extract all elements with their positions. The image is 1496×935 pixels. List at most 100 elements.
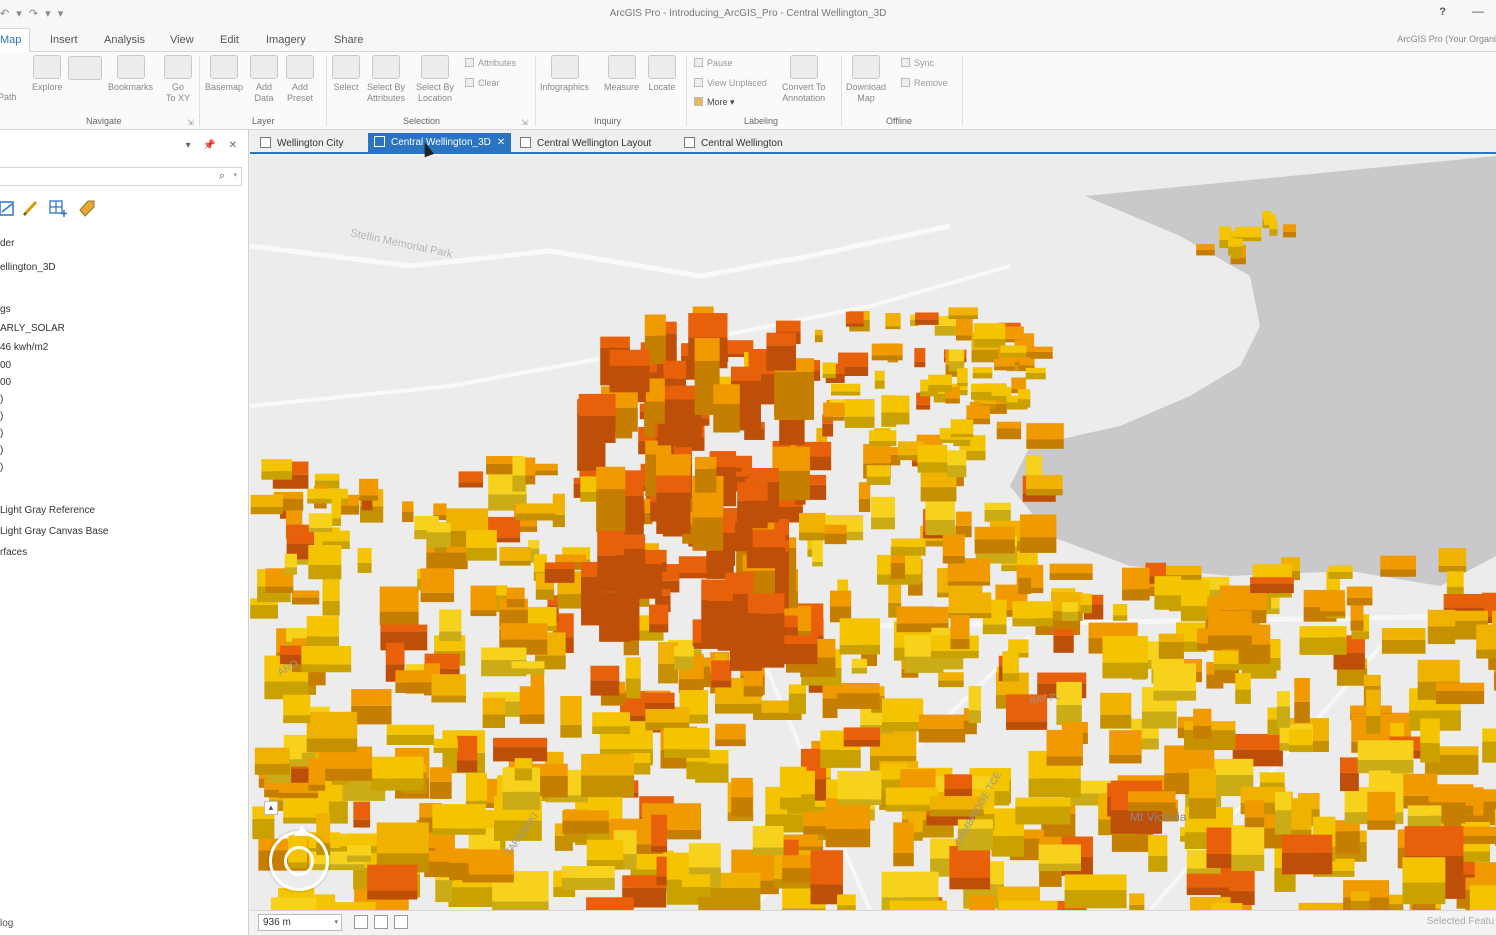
building[interactable] [1259, 772, 1285, 783]
building[interactable] [1235, 673, 1251, 690]
table-icon[interactable] [394, 915, 408, 929]
building[interactable] [1438, 548, 1467, 566]
building[interactable] [519, 686, 545, 715]
building[interactable] [1350, 603, 1364, 621]
building[interactable] [1443, 594, 1484, 608]
building[interactable] [493, 737, 548, 748]
building[interactable] [888, 583, 902, 603]
scene-view[interactable]: Stellin Memorial Park ARO CAMBRIDGE TCE … [250, 156, 1496, 910]
building[interactable] [1038, 844, 1081, 864]
building[interactable] [814, 329, 823, 336]
building[interactable] [1153, 663, 1197, 691]
building[interactable] [371, 756, 424, 779]
tab-map[interactable]: Map [0, 28, 31, 53]
download-map-button[interactable]: Download Map [846, 55, 886, 104]
building[interactable] [1274, 792, 1292, 811]
building[interactable] [1290, 798, 1312, 830]
tab-insert[interactable]: Insert [50, 34, 78, 46]
building[interactable] [998, 900, 1058, 910]
building[interactable] [1208, 610, 1252, 636]
building[interactable] [625, 657, 641, 679]
building[interactable] [380, 624, 428, 632]
scene-canvas[interactable]: Stellin Memorial Park ARO CAMBRIDGE TCE … [250, 156, 1496, 910]
building[interactable] [1250, 577, 1294, 584]
building[interactable] [351, 689, 392, 706]
building[interactable] [1056, 681, 1082, 706]
building[interactable] [955, 318, 973, 336]
scale-selector[interactable]: 936 m ▾ [258, 914, 342, 931]
building[interactable] [597, 530, 625, 556]
building[interactable] [329, 902, 376, 910]
building[interactable] [730, 366, 761, 381]
building[interactable] [367, 864, 418, 891]
building[interactable] [1109, 730, 1142, 755]
building[interactable] [562, 810, 609, 821]
account-label[interactable]: ArcGIS Pro (Your Organi [1397, 34, 1496, 44]
building[interactable] [799, 512, 826, 533]
building[interactable] [470, 585, 497, 611]
building[interactable] [314, 473, 340, 481]
building[interactable] [948, 349, 965, 362]
building[interactable] [1026, 474, 1063, 490]
building[interactable] [1404, 826, 1464, 857]
basemap-button[interactable]: Basemap [205, 55, 243, 93]
building[interactable] [1100, 692, 1132, 715]
building[interactable] [465, 773, 488, 801]
building[interactable] [429, 767, 452, 782]
building[interactable] [270, 897, 317, 910]
building[interactable] [456, 735, 478, 761]
building[interactable] [812, 537, 823, 562]
nav-arrows[interactable] [68, 56, 102, 83]
building[interactable] [1102, 635, 1149, 663]
building[interactable] [1340, 757, 1359, 773]
building[interactable] [656, 475, 691, 493]
building[interactable] [433, 738, 458, 748]
building[interactable] [837, 770, 882, 800]
minimize-button[interactable]: — [1472, 4, 1484, 18]
pane-controls[interactable]: ▾ 📌 ✕ [186, 140, 242, 151]
building[interactable] [420, 568, 455, 593]
building[interactable] [1015, 797, 1071, 807]
building[interactable] [644, 314, 666, 336]
building[interactable] [1029, 346, 1053, 352]
add-grid-icon[interactable] [48, 198, 68, 218]
selection-launcher-icon[interactable]: ⇲ [521, 118, 528, 127]
help-button[interactable]: ? [1439, 6, 1446, 18]
clear-button[interactable]: Clear [465, 78, 500, 88]
building[interactable] [1417, 659, 1460, 682]
building[interactable] [966, 405, 991, 419]
building[interactable] [956, 368, 968, 383]
building[interactable] [1080, 593, 1093, 606]
building[interactable] [500, 623, 548, 640]
building[interactable] [715, 723, 746, 740]
building[interactable] [1012, 601, 1053, 619]
building[interactable] [651, 814, 668, 847]
building[interactable] [301, 645, 352, 665]
building[interactable] [1235, 226, 1262, 238]
building[interactable] [306, 616, 340, 637]
tag-icon[interactable] [77, 198, 97, 218]
building[interactable] [845, 311, 864, 324]
selected-features[interactable]: Selected Featu [1427, 916, 1494, 927]
building[interactable] [560, 695, 582, 725]
building[interactable] [1020, 514, 1057, 538]
building[interactable] [1428, 789, 1466, 803]
tree-item[interactable]: Light Gray Canvas Base [0, 526, 108, 537]
building[interactable] [1244, 800, 1265, 818]
building[interactable] [881, 395, 897, 413]
building[interactable] [915, 312, 939, 320]
building[interactable] [649, 604, 669, 625]
building[interactable] [836, 682, 880, 694]
building[interactable] [1122, 567, 1150, 590]
building[interactable] [322, 578, 340, 601]
building[interactable] [1186, 873, 1229, 888]
building[interactable] [1211, 903, 1243, 910]
building[interactable] [1112, 604, 1128, 616]
building[interactable] [291, 590, 320, 598]
building[interactable] [822, 362, 836, 374]
tree-item[interactable]: gs [0, 304, 11, 315]
building[interactable] [747, 593, 785, 614]
building[interactable] [885, 312, 901, 327]
tree-item[interactable]: ARLY_SOLAR [0, 323, 65, 334]
building[interactable] [482, 697, 505, 715]
